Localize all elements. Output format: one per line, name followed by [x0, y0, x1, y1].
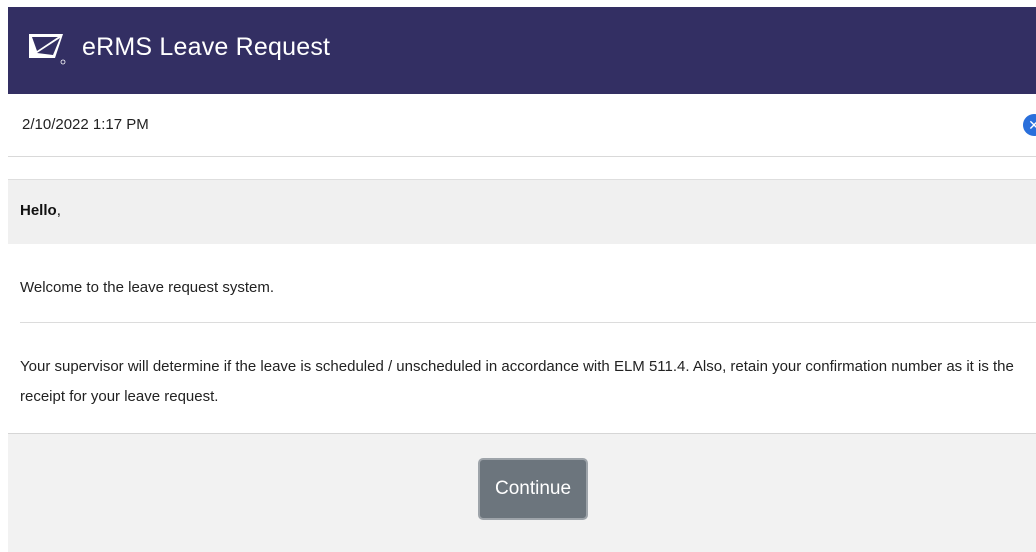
greeting-text: Hello, — [20, 202, 61, 219]
usps-eagle-logo-icon — [25, 26, 67, 68]
greeting-hello: Hello — [20, 202, 57, 219]
message-divider — [20, 322, 1036, 323]
greeting-bar: Hello, — [8, 179, 1036, 245]
status-bar: 2/10/2022 1:17 PM ✕ — [8, 94, 1036, 157]
footer-bar: Continue — [8, 433, 1036, 552]
close-icon[interactable]: ✕ — [1023, 114, 1036, 136]
app-title: eRMS Leave Request — [82, 33, 331, 61]
message-body: Welcome to the leave request system. You… — [8, 244, 1036, 433]
greeting-punct: , — [56, 202, 61, 219]
erms-page: eRMS Leave Request 2/10/2022 1:17 PM ✕ H… — [0, 0, 1036, 552]
current-datetime: 2/10/2022 1:17 PM — [22, 116, 149, 133]
welcome-message: Welcome to the leave request system. — [20, 279, 275, 296]
continue-button[interactable]: Continue — [478, 458, 588, 520]
leave-policy-message: Your supervisor will determine if the le… — [20, 358, 1014, 405]
app-header: eRMS Leave Request — [8, 7, 1036, 94]
